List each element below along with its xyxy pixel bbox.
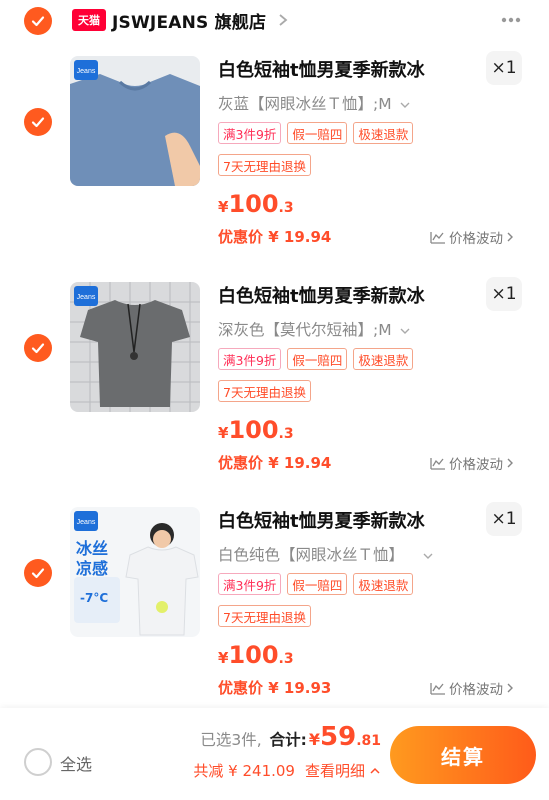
sku-label: 深灰色【莫代尔短袖】;M bbox=[218, 321, 392, 339]
checkout-button[interactable]: 结算 bbox=[390, 726, 536, 784]
item-checkbox[interactable] bbox=[24, 334, 52, 362]
promo-tag: 极速退款 bbox=[353, 122, 414, 144]
discount-price: 优惠价 ¥ 19.93 bbox=[218, 679, 332, 697]
product-image[interactable]: Jeans 冰丝 凉感 -7°C bbox=[70, 507, 200, 637]
check-icon bbox=[31, 16, 45, 27]
chevron-right-icon bbox=[507, 458, 513, 468]
selected-count: 已选3件, bbox=[200, 731, 262, 749]
svg-text:Jeans: Jeans bbox=[77, 68, 96, 75]
promo-tags: 7天无理由退换 bbox=[218, 154, 311, 176]
select-all-label[interactable]: 全选 bbox=[60, 751, 92, 775]
total-currency: ¥ bbox=[308, 730, 320, 749]
price-currency: ¥ bbox=[218, 649, 229, 667]
price-integer: 100 bbox=[228, 416, 279, 444]
chevron-right-icon[interactable] bbox=[276, 12, 290, 28]
chevron-down-icon bbox=[423, 553, 433, 559]
sku-selector[interactable]: 白色纯色【网眼冰丝Ｔ恤】 bbox=[218, 543, 433, 565]
svg-text:Jeans: Jeans bbox=[77, 294, 96, 301]
price-decimal: .3 bbox=[278, 426, 294, 442]
svg-text:Jeans: Jeans bbox=[77, 519, 96, 526]
promo-tags: 7天无理由退换 bbox=[218, 380, 311, 402]
more-dots-icon[interactable] bbox=[498, 10, 524, 30]
shop-checkbox[interactable] bbox=[24, 7, 52, 35]
sku-selector[interactable]: 灰蓝【网眼冰丝Ｔ恤】;M bbox=[218, 92, 410, 114]
promo-tag: 满3件9折 bbox=[218, 573, 282, 595]
promo-tag: 假一赔四 bbox=[287, 348, 348, 370]
quantity-button[interactable]: ×1 bbox=[486, 277, 522, 311]
promo-tag: 7天无理由退换 bbox=[218, 605, 311, 627]
item-price: ¥100.3 bbox=[218, 190, 294, 218]
price-trend-label: 价格波动 bbox=[449, 682, 503, 698]
product-image[interactable]: Jeans bbox=[70, 282, 200, 412]
price-integer: 100 bbox=[228, 641, 279, 669]
promo-tag: 假一赔四 bbox=[287, 573, 348, 595]
sku-label: 灰蓝【网眼冰丝Ｔ恤】;M bbox=[218, 95, 392, 113]
product-image[interactable]: Jeans bbox=[70, 56, 200, 186]
chevron-up-icon bbox=[370, 767, 380, 774]
price-trend-label: 价格波动 bbox=[449, 231, 503, 247]
checkout-bar: 全选 已选3件, 合计: ¥ 59 .81 共减 ¥ 241.09 查看明细 结… bbox=[0, 708, 549, 800]
promo-tag: 满3件9折 bbox=[218, 122, 282, 144]
price-trend-link[interactable]: 价格波动 bbox=[430, 227, 517, 247]
price-trend-link[interactable]: 价格波动 bbox=[430, 678, 517, 698]
item-checkbox[interactable] bbox=[24, 559, 52, 587]
sku-selector[interactable]: 深灰色【莫代尔短袖】;M bbox=[218, 318, 410, 340]
chevron-right-icon bbox=[507, 683, 513, 693]
check-icon bbox=[31, 117, 45, 128]
total-decimal: .81 bbox=[356, 733, 381, 749]
promo-tags: 满3件9折 假一赔四 极速退款 bbox=[218, 348, 414, 370]
promo-tag: 极速退款 bbox=[353, 573, 414, 595]
discount-detail-link[interactable]: 共减 ¥ 241.09 查看明细 bbox=[193, 760, 381, 781]
promo-tag: 极速退款 bbox=[353, 348, 414, 370]
promo-tags: 满3件9折 假一赔四 极速退款 bbox=[218, 573, 414, 595]
cart-item: Jeans 白色短袖t恤男夏季新款冰 ×1 灰蓝【网眼冰丝Ｔ恤】;M 满3件9折… bbox=[0, 44, 549, 269]
item-checkbox[interactable] bbox=[24, 108, 52, 136]
total-discount: 共减 ¥ 241.09 bbox=[193, 762, 295, 780]
chart-icon bbox=[430, 232, 445, 244]
product-title[interactable]: 白色短袖t恤男夏季新款冰 bbox=[218, 56, 425, 82]
chevron-down-icon bbox=[400, 102, 410, 108]
discount-price: 优惠价 ¥ 19.94 bbox=[218, 228, 332, 246]
shop-header: 天猫 JSWJEANS 旗舰店 bbox=[0, 0, 549, 44]
thumb-badge-text: 凉感 bbox=[76, 559, 109, 578]
promo-tags: 7天无理由退换 bbox=[218, 605, 311, 627]
price-trend-link[interactable]: 价格波动 bbox=[430, 453, 517, 473]
quantity-button[interactable]: ×1 bbox=[486, 502, 522, 536]
thumb-temp-text: -7°C bbox=[80, 591, 109, 605]
promo-tag: 7天无理由退换 bbox=[218, 154, 311, 176]
promo-tag: 7天无理由退换 bbox=[218, 380, 311, 402]
shop-name-link[interactable]: JSWJEANS 旗舰店 bbox=[112, 8, 266, 33]
check-icon bbox=[31, 343, 45, 354]
check-icon bbox=[31, 568, 45, 579]
chevron-down-icon bbox=[400, 328, 410, 334]
sku-label: 白色纯色【网眼冰丝Ｔ恤】 bbox=[218, 546, 405, 564]
discount-price: 优惠价 ¥ 19.94 bbox=[218, 454, 332, 472]
tmall-badge: 天猫 bbox=[72, 9, 106, 31]
chevron-right-icon bbox=[507, 232, 513, 242]
price-currency: ¥ bbox=[218, 198, 229, 216]
item-price: ¥100.3 bbox=[218, 641, 294, 669]
price-trend-label: 价格波动 bbox=[449, 457, 503, 473]
promo-tag: 满3件9折 bbox=[218, 348, 282, 370]
cart-item: Jeans 白色短袖t恤男夏季新款冰 ×1 深灰色【莫代尔短袖】;M 满3件9折… bbox=[0, 270, 549, 495]
chart-icon bbox=[430, 458, 445, 470]
price-decimal: .3 bbox=[278, 651, 294, 667]
quantity-button[interactable]: ×1 bbox=[486, 51, 522, 85]
product-title[interactable]: 白色短袖t恤男夏季新款冰 bbox=[218, 282, 425, 308]
select-all-checkbox[interactable] bbox=[24, 748, 52, 776]
product-title[interactable]: 白色短袖t恤男夏季新款冰 bbox=[218, 507, 425, 533]
price-integer: 100 bbox=[228, 190, 279, 218]
promo-tag: 假一赔四 bbox=[287, 122, 348, 144]
item-price: ¥100.3 bbox=[218, 416, 294, 444]
chart-icon bbox=[430, 683, 445, 695]
cart-item: Jeans 冰丝 凉感 -7°C 白色短袖t恤男夏季新款冰 ×1 白色纯色【网眼… bbox=[0, 495, 549, 720]
price-currency: ¥ bbox=[218, 424, 229, 442]
view-detail-label: 查看明细 bbox=[304, 762, 365, 780]
promo-tags: 满3件9折 假一赔四 极速退款 bbox=[218, 122, 414, 144]
total-integer: 59 bbox=[320, 722, 357, 752]
price-decimal: .3 bbox=[278, 200, 294, 216]
total-summary: 已选3件, 合计: ¥ 59 .81 bbox=[200, 722, 381, 752]
total-label: 合计: bbox=[269, 731, 307, 749]
